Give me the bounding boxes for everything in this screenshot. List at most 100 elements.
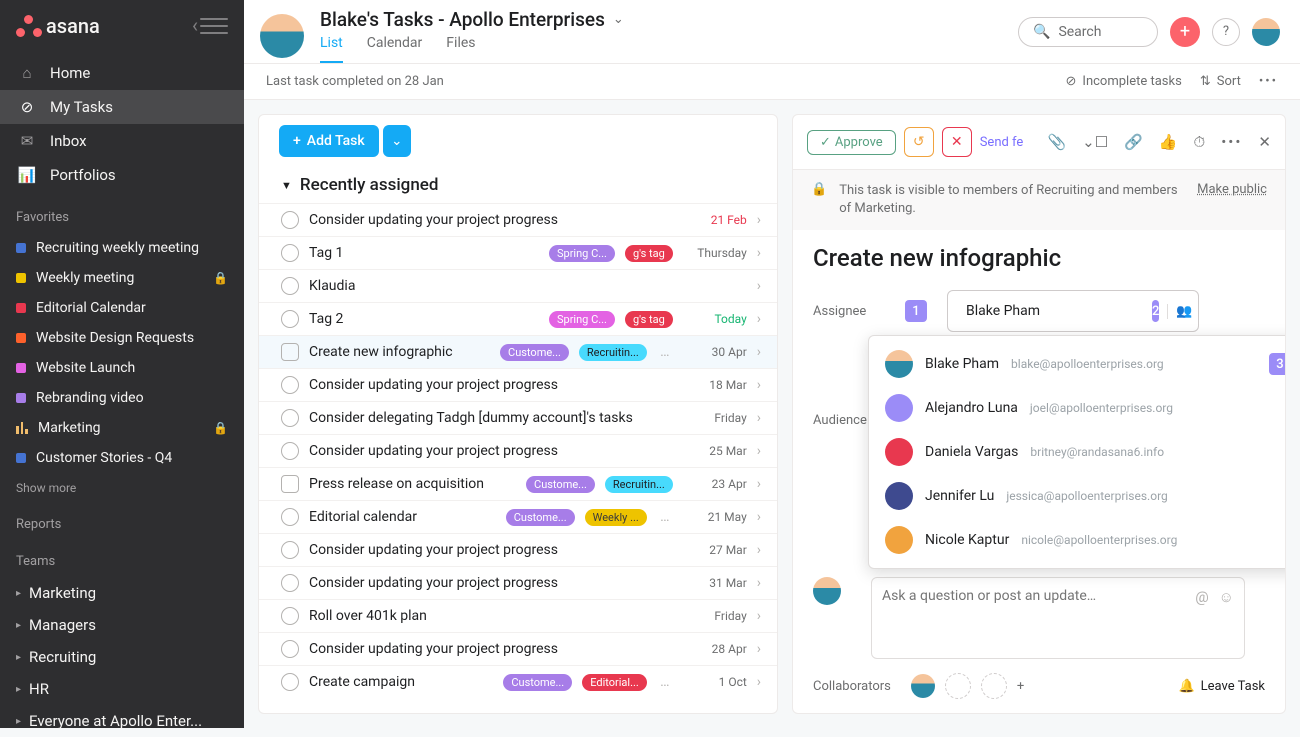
leave-task-button[interactable]: 🔔 Leave Task [1178,679,1265,694]
team-marketing[interactable]: ▸Marketing [0,577,244,609]
team-everyone-at-apollo-enter-[interactable]: ▸Everyone at Apollo Enter... [0,705,244,737]
open-detail-icon[interactable]: › [757,410,761,426]
task-row[interactable]: Consider updating your project progress … [259,533,777,566]
open-detail-icon[interactable]: › [757,245,761,261]
sidebar-item-marketing[interactable]: Marketing🔒 [0,413,244,443]
team-recruiting[interactable]: ▸Recruiting [0,641,244,673]
task-title[interactable]: Create new infographic [813,244,1265,272]
approve-button[interactable]: ✓Approve [807,130,896,155]
emoji-icon[interactable]: ☺ [1219,588,1234,606]
task-row[interactable]: Create new infographic Custome...Recruit… [259,335,777,368]
add-task-dropdown[interactable]: ⌄ [383,125,411,157]
more-tags-icon[interactable]: … [657,344,673,360]
open-detail-icon[interactable]: › [757,608,761,624]
team-hr[interactable]: ▸HR [0,673,244,705]
task-row[interactable]: Tag 1 Spring C...g's tagThursday › [259,236,777,269]
request-changes-button[interactable]: ↺ [904,127,934,157]
page-title-row[interactable]: Blake's Tasks - Apollo Enterprises ⌄ [320,8,1002,31]
task-row[interactable]: Consider updating your project progress … [259,434,777,467]
sidebar-collapse-icon[interactable] [200,16,228,36]
help-button[interactable]: ? [1212,18,1240,46]
sidebar-item-editorial-calendar[interactable]: Editorial Calendar [0,293,244,323]
chevron-down-icon[interactable]: ⌄ [613,12,624,27]
assignee-option[interactable]: Nicole Kaptur nicole@apolloenterprises.o… [869,518,1286,562]
tab-files[interactable]: Files [446,35,475,63]
complete-checkbox[interactable] [281,244,299,262]
complete-checkbox[interactable] [281,541,299,559]
subtask-icon[interactable]: ⌄☐ [1082,133,1108,151]
task-row[interactable]: Press release on acquisition Custome...R… [259,467,777,500]
reject-button[interactable]: ✕ [942,127,972,157]
nav-inbox[interactable]: ✉Inbox [0,124,244,158]
nav-portfolios[interactable]: 📊Portfolios [0,158,244,192]
complete-checkbox[interactable] [281,673,299,691]
task-row[interactable]: Create campaign Custome...Editorial...…1… [259,665,777,698]
open-detail-icon[interactable]: › [757,377,761,393]
reports-label[interactable]: Reports [0,503,244,540]
attachment-icon[interactable]: 📎 [1047,133,1066,151]
assignee-field[interactable] [966,303,1144,319]
task-row[interactable]: Consider updating your project progress … [259,203,777,236]
tag-pill[interactable]: Custome... [526,476,595,493]
complete-checkbox[interactable] [281,211,299,229]
task-section-header[interactable]: ▼ Recently assigned [259,167,777,203]
link-icon[interactable]: 🔗 [1124,133,1143,151]
open-detail-icon[interactable]: › [757,641,761,657]
tag-pill[interactable]: Spring C... [549,245,615,262]
complete-checkbox[interactable] [281,310,299,328]
complete-checkbox[interactable] [281,409,299,427]
open-detail-icon[interactable]: › [757,443,761,459]
task-row[interactable]: Roll over 401k plan Friday › [259,599,777,632]
tab-calendar[interactable]: Calendar [367,35,423,63]
tag-pill[interactable]: Recruitin... [605,476,673,493]
more-tags-icon[interactable]: … [657,509,673,525]
asana-logo[interactable]: asana [16,14,100,38]
complete-checkbox[interactable] [281,640,299,658]
workspace-avatar[interactable] [260,14,304,58]
open-detail-icon[interactable]: › [757,542,761,558]
assignee-option[interactable]: Daniela Vargas britney@randasana6.info [869,430,1286,474]
tag-pill[interactable]: Recruitin... [579,344,647,361]
complete-checkbox[interactable] [281,574,299,592]
open-detail-icon[interactable]: › [757,509,761,525]
collapse-triangle-icon[interactable]: ▼ [281,179,292,192]
tag-pill[interactable]: Custome... [500,344,569,361]
task-row[interactable]: Tag 2 Spring C...g's tagToday › [259,302,777,335]
collab-placeholder-2[interactable] [981,673,1007,699]
complete-checkbox[interactable] [281,376,299,394]
sidebar-item-recruiting-weekly-meeting[interactable]: Recruiting weekly meeting [0,233,244,263]
close-icon[interactable]: ✕ [1258,133,1271,151]
complete-checkbox[interactable] [281,277,299,295]
more-tags-icon[interactable]: … [657,674,673,690]
send-feedback-link[interactable]: Send fe [980,135,1026,150]
more-options-icon[interactable]: ••• [1259,74,1278,89]
complete-checkbox[interactable] [281,475,299,493]
sidebar-item-rebranding-video[interactable]: Rebranding video [0,383,244,413]
detail-more-icon[interactable]: ••• [1221,133,1242,151]
mention-icon[interactable]: @ [1195,588,1208,606]
user-avatar[interactable] [1252,18,1280,46]
complete-checkbox[interactable] [281,442,299,460]
filter-incomplete[interactable]: ⊘Incomplete tasks [1066,74,1182,89]
tag-pill[interactable]: Custome... [503,674,572,691]
add-collab-icon[interactable]: + [1017,679,1024,694]
team-managers[interactable]: ▸Managers [0,609,244,641]
task-row[interactable]: Consider updating your project progress … [259,566,777,599]
open-detail-icon[interactable]: › [757,344,761,360]
tag-pill[interactable]: Weekly ... [585,509,647,526]
tag-pill[interactable]: g's tag [625,311,673,328]
like-icon[interactable]: 👍 [1159,133,1178,151]
assignee-option[interactable]: Blake Pham blake@apolloenterprises.org 3 [869,342,1286,386]
nav-my-tasks[interactable]: ⊘My Tasks [0,90,244,124]
sidebar-item-weekly-meeting[interactable]: Weekly meeting🔒 [0,263,244,293]
task-row[interactable]: Klaudia › [259,269,777,302]
show-more[interactable]: Show more [0,473,244,503]
timer-icon[interactable]: ⏱ [1194,133,1206,151]
open-detail-icon[interactable]: › [757,476,761,492]
tag-pill[interactable]: g's tag [625,245,673,262]
assignee-input[interactable]: 2 👥 Blake Pham blake@apolloenterprises.o… [947,290,1199,332]
search-input[interactable]: 🔍 Search [1018,17,1158,47]
complete-checkbox[interactable] [281,343,299,361]
complete-checkbox[interactable] [281,508,299,526]
followers-icon[interactable]: 👥 [1167,304,1192,319]
